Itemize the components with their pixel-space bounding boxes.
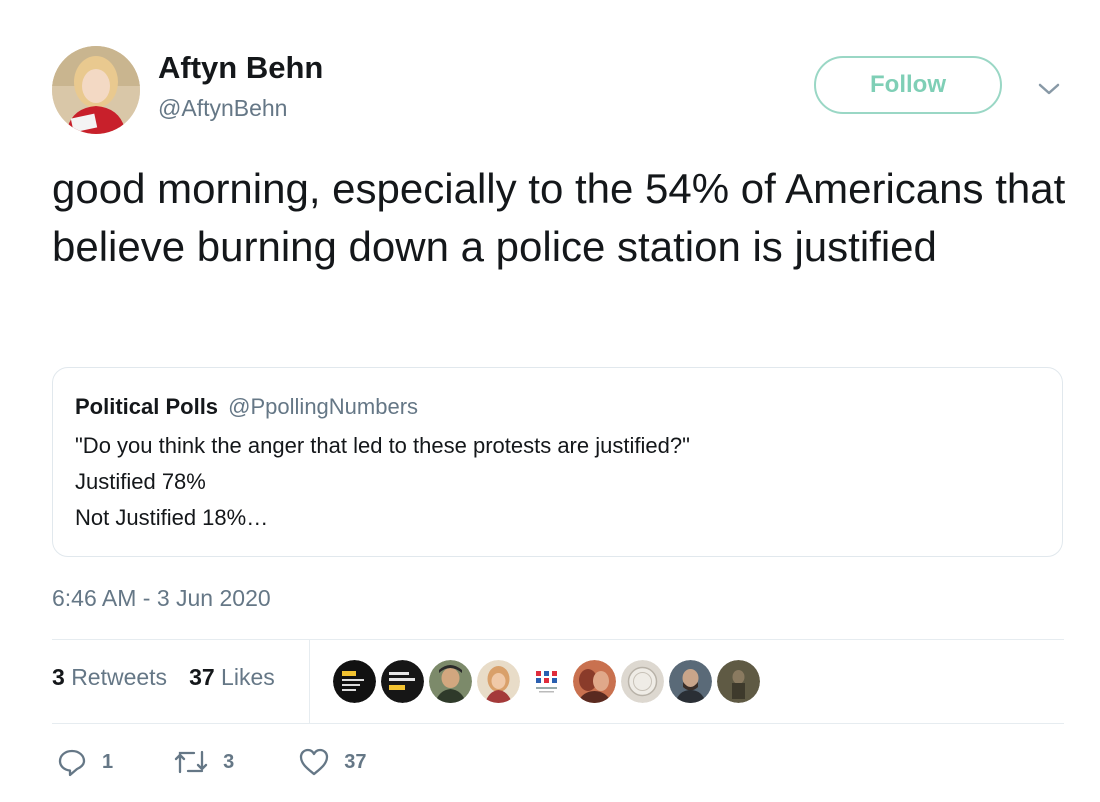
quoted-tweet[interactable]: Political Polls @PpollingNumbers "Do you… [52, 367, 1063, 557]
quoted-tweet-author-name: Political Polls [75, 394, 219, 419]
author-avatar[interactable] [52, 46, 140, 134]
liker-avatar[interactable] [669, 660, 712, 703]
retweet-icon [174, 750, 208, 774]
quoted-tweet-line: Not Justified 18%… [75, 505, 269, 530]
liker-avatar[interactable] [525, 660, 568, 703]
liker-avatars [333, 660, 760, 703]
retweets-stat[interactable]: 3 Retweets [52, 664, 167, 691]
quoted-tweet-header: Political Polls @PpollingNumbers [75, 394, 1040, 420]
retweet-count: 3 [223, 750, 235, 773]
author-handle[interactable]: @AftynBehn [158, 95, 287, 122]
retweets-stat-label: Retweets [71, 664, 168, 690]
tweet-actions: 1 3 37 [56, 746, 367, 778]
reply-button[interactable]: 1 [56, 746, 113, 778]
chevron-down-icon[interactable] [1036, 78, 1062, 100]
reply-icon [58, 749, 86, 777]
likes-stat-count: 37 [189, 664, 215, 690]
likes-stat-label: Likes [221, 664, 275, 690]
retweets-stat-count: 3 [52, 664, 65, 690]
follow-button[interactable]: Follow [814, 56, 1002, 114]
author-name[interactable]: Aftyn Behn [158, 50, 323, 86]
retweet-button[interactable]: 3 [173, 746, 234, 778]
engagement-stats: 3 Retweets 37 Likes [52, 664, 275, 691]
quoted-tweet-line: Justified 78% [75, 469, 206, 494]
liker-avatar[interactable] [333, 660, 376, 703]
liker-avatar[interactable] [477, 660, 520, 703]
divider [52, 723, 1064, 724]
likes-stat[interactable]: 37 Likes [189, 664, 275, 691]
divider [52, 639, 1064, 640]
quoted-tweet-line: "Do you think the anger that led to thes… [75, 433, 690, 458]
liker-avatar[interactable] [429, 660, 472, 703]
liker-avatar[interactable] [717, 660, 760, 703]
like-count: 37 [344, 750, 367, 773]
tweet-text: good morning, especially to the 54% of A… [52, 165, 1066, 270]
liker-avatar[interactable] [381, 660, 424, 703]
quoted-tweet-author-handle: @PpollingNumbers [228, 394, 419, 419]
tweet-timestamp[interactable]: 6:46 AM - 3 Jun 2020 [52, 585, 271, 612]
quoted-tweet-body: "Do you think the anger that led to thes… [75, 428, 1040, 536]
heart-icon [300, 748, 329, 776]
divider [309, 640, 310, 724]
liker-avatar[interactable] [621, 660, 664, 703]
like-button[interactable]: 37 [298, 746, 367, 778]
liker-avatar[interactable] [573, 660, 616, 703]
reply-count: 1 [102, 750, 114, 773]
